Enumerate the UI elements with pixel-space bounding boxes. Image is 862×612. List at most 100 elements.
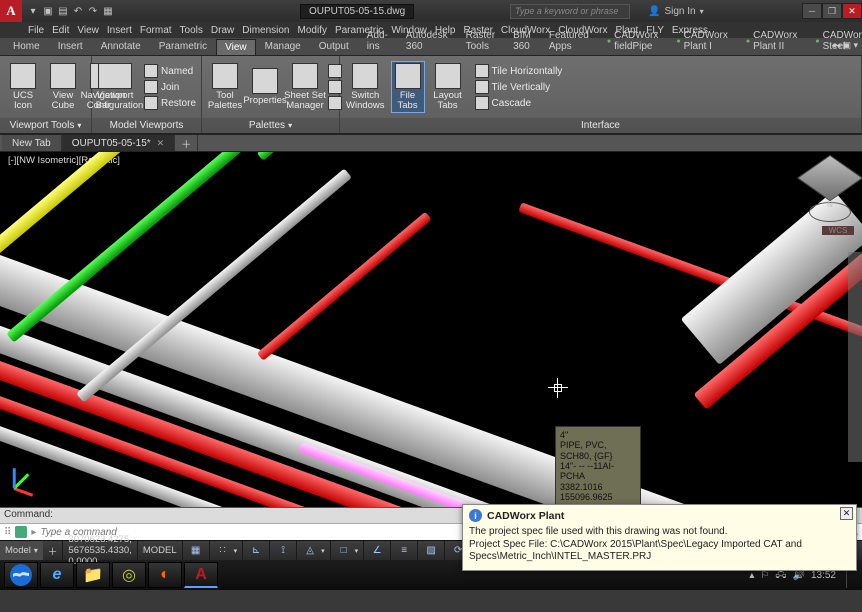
menu-tools[interactable]: Tools [180,25,203,36]
quick-access-toolbar: ▾ ▣ ▤ ↶ ↷ ▦ [26,4,115,18]
ribbon-toggle: ◂◂ ▣ ▾ [831,40,858,51]
rtab-output[interactable]: Output [310,38,358,55]
app-logo[interactable]: A [0,0,22,22]
cmd-handle-icon[interactable]: ⠿ [4,527,11,538]
panel-viewport-tools: UCS Icon View Cube Navigation Bar Viewpo… [0,56,92,133]
taskbar-acad[interactable]: A [184,562,218,588]
rtab-annotate[interactable]: Annotate [92,38,150,55]
taskbar-firefox[interactable]: ◐ [148,562,182,588]
panel-interface: Switch Windows File Tabs Layout Tabs Til… [340,56,862,133]
snap-icon[interactable]: ∷ [215,544,231,558]
tool-palettes-button[interactable]: Tool Palettes [208,63,242,111]
layout-plus-icon[interactable]: ＋ [48,544,58,558]
tab-active-file[interactable]: OUPUT05-05-15*✕ [62,135,175,151]
vp-named[interactable]: Named [144,64,196,78]
menu-view[interactable]: View [77,25,99,36]
qat-redo-icon[interactable]: ↷ [86,4,100,18]
info-icon: i [469,509,482,522]
qat-open-icon[interactable]: ▣ [41,4,55,18]
layout-tabs-button[interactable]: Layout Tabs [431,63,465,111]
compass-icon[interactable] [809,202,851,222]
taskbar-chrome[interactable]: ◎ [112,562,146,588]
balloon-title: CADWorx Plant [487,510,564,522]
qat-print-icon[interactable]: ▦ [101,4,115,18]
cascade[interactable]: Cascade [475,96,563,110]
tray-up-icon[interactable]: ▴ [749,570,754,581]
rtab-bim360[interactable]: BIM 360 [504,27,540,55]
rtab-plant1[interactable]: ●CADWorx Plant I [667,27,737,55]
tile-horizontally[interactable]: Tile Horizontally [475,64,563,78]
menu-dimension[interactable]: Dimension [242,25,289,36]
document-tabs: New Tab OUPUT05-05-15*✕ ＋ [0,134,862,152]
balloon-close-icon[interactable]: ✕ [840,507,853,520]
menu-modify[interactable]: Modify [298,25,327,36]
tray-flag-icon[interactable]: ⚐ [760,570,769,581]
menu-draw[interactable]: Draw [211,25,234,36]
menu-format[interactable]: Format [140,25,172,36]
wcs-label[interactable]: WCS [822,226,854,235]
taskbar-explorer[interactable]: 📁 [76,562,110,588]
otrack-icon[interactable]: ∠ [369,544,385,558]
title-bar: A ▾ ▣ ▤ ↶ ↷ ▦ OUPUT05-05-15.dwg Type a k… [0,0,862,22]
rtab-addins[interactable]: Add-ins [358,27,397,55]
viewcube-button[interactable]: View Cube [46,63,80,111]
ucs-triad-icon [8,471,38,501]
close-icon[interactable]: ✕ [842,3,862,19]
properties-button[interactable]: Properties [248,68,282,106]
rtab-plant2[interactable]: ●CADWorx Plant II [737,27,807,55]
ribbon-menu-icon[interactable]: ▣ ▾ [842,40,858,51]
drawing-viewport[interactable]: [-][NW Isometric][Realistic] WCS 4" PIPE… [0,152,862,507]
qat-new-icon[interactable]: ▾ [26,4,40,18]
transparency-icon[interactable]: ▨ [423,544,439,558]
menu-edit[interactable]: Edit [52,25,69,36]
ucs-icon-button[interactable]: UCS Icon [6,63,40,111]
vp-restore[interactable]: Restore [144,96,196,110]
ribbon-collapse-icon[interactable]: ◂◂ [831,40,840,51]
rtab-a360[interactable]: Autodesk 360 [397,27,457,55]
sign-in[interactable]: 👤 Sign In ▾ [648,6,704,17]
polar-icon[interactable]: ⟟ [275,544,291,558]
menu-insert[interactable]: Insert [107,25,132,36]
grid-icon[interactable]: ▦ [188,544,204,558]
ribbon: UCS Icon View Cube Navigation Bar Viewpo… [0,56,862,134]
navigation-bar[interactable] [848,252,862,462]
taskbar-ie[interactable]: e [40,562,74,588]
rtab-manage[interactable]: Manage [256,38,310,55]
rtab-featured[interactable]: Featured Apps [540,27,598,55]
cmd-prompt-icon [15,526,27,538]
min-icon[interactable]: ─ [802,3,822,19]
rtab-raster[interactable]: Raster Tools [457,27,504,55]
viewcube[interactable]: WCS [806,158,854,228]
rtab-fieldpipe[interactable]: ●CADWorx fieldPipe [598,27,668,55]
help-search[interactable]: Type a keyword or phrase [510,4,630,19]
window-controls: ─ ❐ ✕ [802,3,862,19]
ortho-icon[interactable]: ⊾ [248,544,264,558]
tray-volume-icon[interactable]: 🔊 [793,570,805,581]
tab-add[interactable]: ＋ [175,135,198,151]
rtab-parametric[interactable]: Parametric [150,38,216,55]
osnap-icon[interactable]: □ [336,544,352,558]
switch-windows-button[interactable]: Switch Windows [346,63,385,111]
rtab-insert[interactable]: Insert [49,38,92,55]
tile-vertically[interactable]: Tile Vertically [475,80,563,94]
rtab-home[interactable]: Home [4,38,49,55]
viewport-config-button[interactable]: Viewport Configuration [98,63,132,111]
tab-new[interactable]: New Tab [2,135,62,151]
qat-save-icon[interactable]: ▤ [56,4,70,18]
qat-undo-icon[interactable]: ↶ [71,4,85,18]
start-button[interactable] [4,562,38,588]
clock[interactable]: 13:52 [811,570,836,581]
close-tab-icon[interactable]: ✕ [157,138,165,149]
rtab-view[interactable]: View [216,39,256,55]
max-icon[interactable]: ❐ [822,3,842,19]
panel-model-viewports: Viewport Configuration Named Join Restor… [92,56,202,133]
menu-file[interactable]: File [28,25,44,36]
sheetset-button[interactable]: Sheet Set Manager [288,63,322,111]
ribbon-tab-strip: Home Insert Annotate Parametric View Man… [0,38,862,56]
status-space2[interactable]: MODEL [143,545,177,556]
space-toggle[interactable]: Model ▾ [0,541,43,560]
isoplane-icon[interactable]: ◬ [302,544,318,558]
file-tabs-button[interactable]: File Tabs [391,61,425,113]
vp-join[interactable]: Join [144,80,196,94]
lineweight-icon[interactable]: ≡ [396,544,412,558]
